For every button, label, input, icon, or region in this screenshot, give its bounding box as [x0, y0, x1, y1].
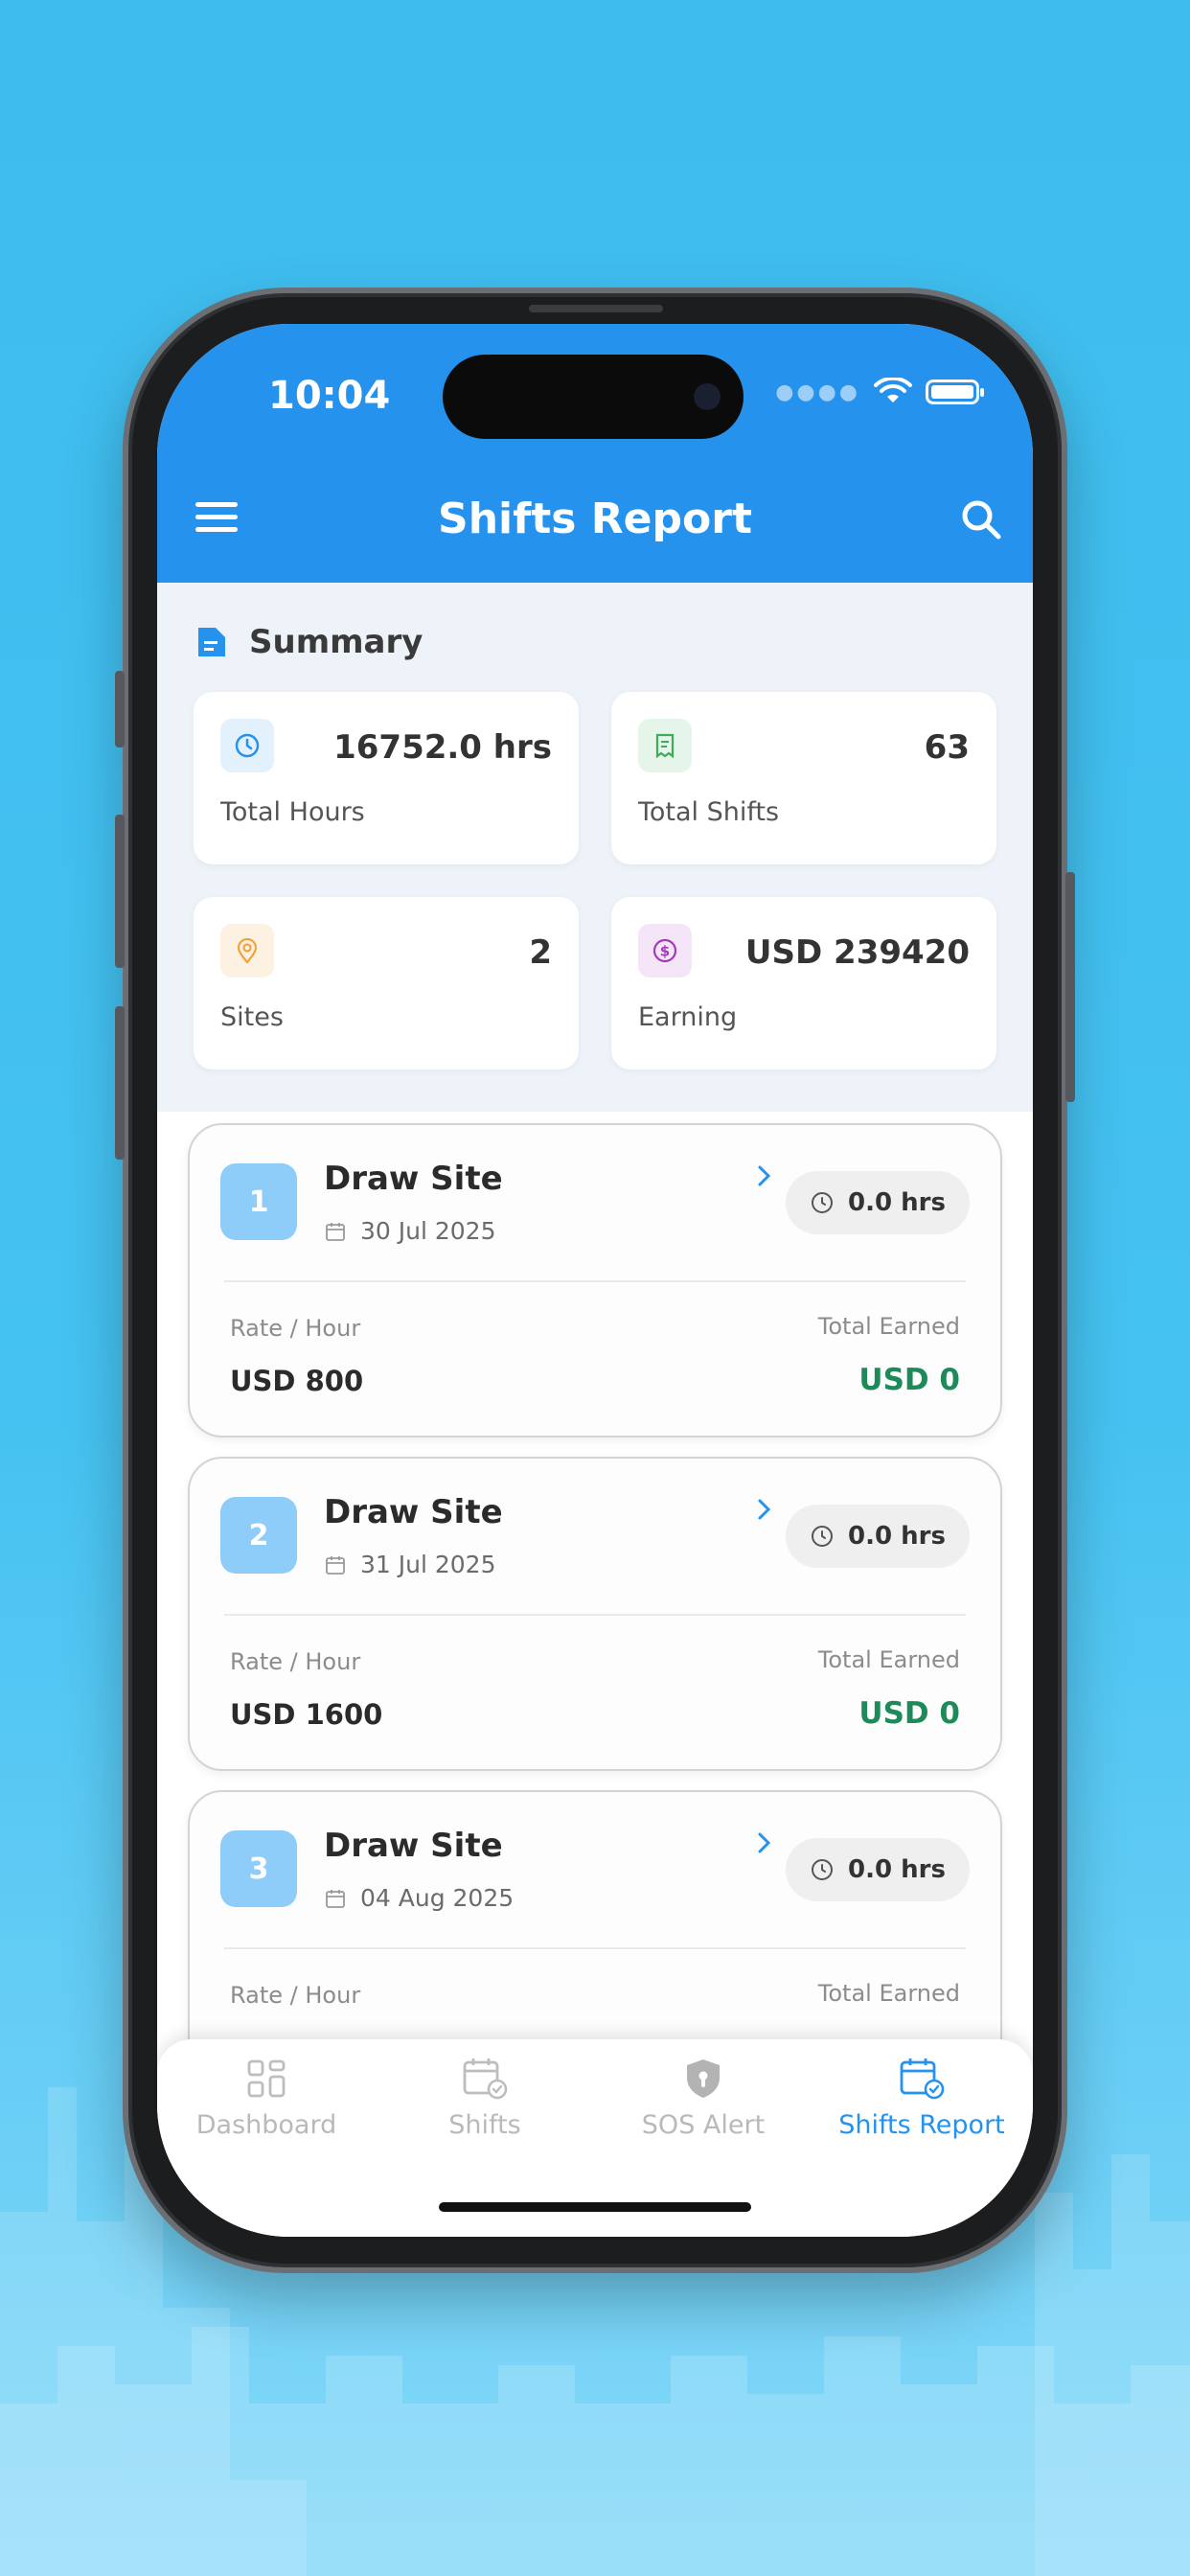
earned-label: Total Earned [817, 1313, 960, 1340]
summary-title: Summary [249, 623, 423, 661]
earned-label: Total Earned [817, 1646, 960, 1673]
stat-value: 16752.0 hrs [333, 728, 552, 767]
stat-label: Total Hours [220, 797, 365, 827]
shift-number-badge: 1 [220, 1163, 297, 1240]
document-icon [198, 628, 225, 656]
stat-card-total-hours: 16752.0 hrs Total Hours [194, 692, 579, 864]
calendar-icon [326, 1889, 345, 1908]
page-title: Shifts Report [438, 494, 752, 543]
card-divider [224, 1947, 966, 1949]
stat-card-sites: 2 Sites [194, 897, 579, 1070]
shift-date-row: 31 Jul 2025 [324, 1551, 496, 1578]
status-time: 10:04 [268, 374, 391, 418]
shift-hours: 0.0 hrs [848, 1522, 946, 1551]
svg-text:$: $ [660, 943, 670, 960]
app-header: 10:04 ●●●● Shifts Report [157, 324, 1033, 583]
calendar-check-icon [900, 2058, 945, 2100]
rate-label: Rate / Hour [230, 1982, 361, 2009]
dollar-icon: $ [638, 924, 692, 978]
clock-icon [220, 719, 274, 772]
stat-label: Total Shifts [638, 797, 780, 827]
earned-label: Total Earned [817, 1980, 960, 2007]
summary-section: Summary 16752.0 hrs Total Hours 63 Total… [157, 583, 1033, 1112]
stat-value: 63 [924, 728, 970, 767]
home-indicator [439, 2202, 751, 2212]
site-name: Draw Site [324, 1160, 503, 1198]
hours-pill: 0.0 hrs [786, 1505, 970, 1568]
stat-value: USD 239420 [744, 933, 970, 972]
receipt-icon [638, 719, 692, 772]
phone-volume-up-button [115, 815, 125, 968]
nav-item-dashboard[interactable]: Dashboard [157, 2057, 376, 2162]
shift-number-badge: 2 [220, 1497, 297, 1574]
phone-power-button [1065, 872, 1075, 1102]
phone-volume-down-button [115, 1006, 125, 1160]
battery-icon [926, 380, 984, 404]
shift-card[interactable]: 1 Draw Site 30 Jul 2025 0.0 hrs Rate / H… [188, 1123, 1002, 1438]
shift-card[interactable]: 2 Draw Site 31 Jul 2025 0.0 hrs Rate / H… [188, 1457, 1002, 1771]
site-name: Draw Site [324, 1827, 503, 1865]
stat-value: 2 [529, 933, 552, 972]
card-divider [224, 1614, 966, 1616]
location-pin-icon [220, 924, 274, 978]
shift-hours: 0.0 hrs [848, 1188, 946, 1217]
rate-label: Rate / Hour [230, 1648, 361, 1675]
rate-value: USD 1600 [230, 1698, 383, 1731]
nav-item-sos-alert[interactable]: SOS Alert [594, 2057, 812, 2162]
shift-date: 04 Aug 2025 [360, 1884, 515, 1912]
stat-label: Sites [220, 1002, 284, 1032]
rate-label: Rate / Hour [230, 1315, 361, 1342]
earned-value: USD 0 [858, 1696, 960, 1731]
rate-value: USD 800 [230, 1365, 364, 1397]
chevron-right-icon[interactable] [755, 1828, 774, 1857]
dynamic-island [443, 355, 744, 439]
chevron-right-icon[interactable] [755, 1162, 774, 1190]
calendar-icon [326, 1222, 345, 1241]
clock-icon [812, 1526, 834, 1547]
hours-pill: 0.0 hrs [786, 1171, 970, 1234]
shift-date: 31 Jul 2025 [360, 1551, 496, 1578]
nav-item-shifts-report[interactable]: Shifts Report [812, 2057, 1031, 2162]
camera-icon [694, 383, 721, 410]
nav-label: Dashboard [195, 2110, 337, 2140]
stat-label: Earning [638, 1002, 738, 1032]
status-icons: ●●●● [775, 378, 984, 406]
hours-pill: 0.0 hrs [786, 1838, 970, 1901]
summary-header: Summary [195, 623, 423, 661]
dashboard-icon [247, 2059, 286, 2098]
wifi-icon [874, 378, 912, 402]
search-icon[interactable] [958, 496, 1004, 542]
shift-date-row: 30 Jul 2025 [324, 1217, 496, 1245]
phone-action-button [115, 671, 125, 748]
phone-speaker [529, 305, 663, 312]
shift-date: 30 Jul 2025 [360, 1217, 496, 1245]
stat-card-earning: $ USD 239420 Earning [611, 897, 996, 1070]
shift-number-badge: 3 [220, 1830, 297, 1907]
nav-label: SOS Alert [641, 2110, 766, 2140]
stat-card-total-shifts: 63 Total Shifts [611, 692, 996, 864]
clock-icon [812, 1192, 834, 1213]
shift-hours: 0.0 hrs [848, 1855, 946, 1884]
earned-value: USD 0 [858, 1363, 960, 1397]
clock-icon [812, 1859, 834, 1880]
calendar-icon [326, 1555, 345, 1575]
calendar-icon [463, 2058, 508, 2100]
nav-label: Shifts [448, 2110, 521, 2140]
nav-item-shifts[interactable]: Shifts [376, 2057, 594, 2162]
app-screen: 10:04 ●●●● Shifts Report Summary 16752.0… [157, 324, 1033, 2237]
site-name: Draw Site [324, 1493, 503, 1531]
shield-icon [687, 2059, 720, 2098]
signal-icon: ●●●● [775, 380, 860, 404]
nav-label: Shifts Report [838, 2110, 1005, 2140]
card-divider [224, 1280, 966, 1282]
chevron-right-icon[interactable] [755, 1495, 774, 1524]
shift-date-row: 04 Aug 2025 [324, 1884, 514, 1912]
